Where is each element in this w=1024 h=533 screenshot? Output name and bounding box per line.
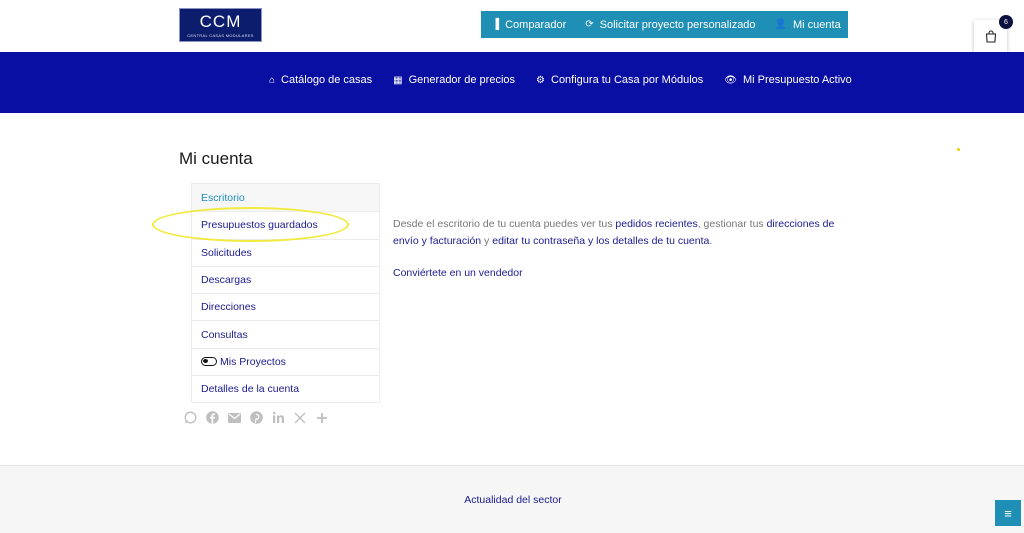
toggle-icon: [201, 357, 217, 367]
dashboard-text: .: [709, 235, 713, 247]
decorative-dot: [957, 148, 960, 151]
main-nav-configura[interactable]: ⚙ Configura tu Casa por Módulos: [536, 74, 703, 86]
footer-actualidad-link[interactable]: Actualidad del sector: [0, 494, 1024, 506]
account-menu-direcciones[interactable]: Direcciones: [192, 293, 379, 320]
facebook-icon[interactable]: [205, 411, 219, 424]
main-nav-generador[interactable]: ▦ Generador de precios: [393, 74, 515, 86]
eye-icon: 👁: [724, 74, 737, 86]
houses-icon: ⌂: [269, 74, 276, 86]
main-nav: ⌂ Catálogo de casas ▦ Generador de preci…: [269, 74, 852, 86]
refresh-icon: ⟳: [585, 19, 594, 30]
shopping-bag-icon: [985, 30, 996, 43]
dashboard-text: y: [481, 235, 493, 247]
recent-orders-link[interactable]: pedidos recientes: [615, 218, 697, 230]
main-nav-bar: ⌂ Catálogo de casas ▦ Generador de preci…: [0, 52, 1024, 113]
main-nav-label: Generador de precios: [408, 74, 516, 86]
account-menu-mis-proyectos[interactable]: Mis Proyectos: [192, 347, 379, 375]
main-nav-presupuesto-activo[interactable]: 👁 Mi Presupuesto Activo: [724, 74, 852, 86]
bar-chart-icon: ▐: [492, 19, 500, 30]
whatsapp-icon[interactable]: [183, 411, 197, 424]
floating-menu-button[interactable]: ≡: [995, 500, 1021, 526]
calculator-icon: ▦: [393, 74, 403, 86]
become-vendor-link[interactable]: Conviértete en un vendedor: [393, 265, 853, 282]
account-menu-solicitudes[interactable]: Solicitudes: [192, 238, 379, 266]
account-menu-consultas[interactable]: Consultas: [192, 320, 379, 347]
account-menu-detalles-cuenta[interactable]: Detalles de la cuenta: [192, 375, 379, 402]
plus-share-icon[interactable]: [315, 412, 329, 424]
top-nav-mi-cuenta[interactable]: 👤 Mi cuenta: [775, 19, 841, 31]
logo-title: CCM: [199, 12, 242, 31]
top-nav-label: Mi cuenta: [793, 18, 841, 31]
user-icon: 👤: [774, 19, 787, 30]
logo-subtitle: CENTRAL CASAS MODULARES: [187, 33, 254, 38]
main-nav-label: Catálogo de casas: [281, 74, 373, 86]
page-title: Mi cuenta: [179, 149, 253, 168]
top-nav-solicitar-proyecto[interactable]: ⟳ Solicitar proyecto personalizado: [585, 19, 755, 31]
account-menu-descargas[interactable]: Descargas: [192, 265, 379, 293]
menu-icon: ≡: [1004, 505, 1012, 521]
linkedin-icon[interactable]: [271, 411, 285, 424]
top-nav-label: Solicitar proyecto personalizado: [599, 18, 756, 31]
pinterest-icon[interactable]: [249, 411, 263, 424]
dashboard-text: , gestionar tus: [697, 218, 767, 230]
main-nav-label: Configura tu Casa por Módulos: [551, 74, 704, 86]
dashboard-text: Desde el escritorio de tu cuenta puedes …: [393, 218, 616, 230]
gear-icon: ⚙: [536, 74, 545, 86]
site-logo[interactable]: CCM CENTRAL CASAS MODULARES: [179, 8, 262, 42]
top-nav-label: Comparador: [505, 18, 567, 31]
top-header: CCM CENTRAL CASAS MODULARES ▐ Comparador…: [0, 0, 1024, 53]
share-bar: [183, 411, 337, 424]
dashboard-content: Desde el escritorio de tu cuenta puedes …: [393, 216, 853, 282]
account-menu-label: Mis Proyectos: [220, 355, 286, 368]
top-nav: ▐ Comparador ⟳ Solicitar proyecto person…: [481, 11, 848, 38]
cart-count-badge: 6: [999, 15, 1013, 29]
edit-account-link[interactable]: editar tu contraseña y los detalles de t…: [492, 235, 709, 247]
main-nav-catalogo[interactable]: ⌂ Catálogo de casas: [269, 74, 372, 86]
highlight-annotation: [152, 207, 349, 242]
footer: Actualidad del sector: [0, 465, 1024, 533]
email-icon[interactable]: [227, 412, 241, 423]
top-nav-comparador[interactable]: ▐ Comparador: [492, 19, 566, 31]
x-twitter-icon[interactable]: [293, 412, 307, 424]
main-nav-label: Mi Presupuesto Activo: [742, 74, 852, 86]
